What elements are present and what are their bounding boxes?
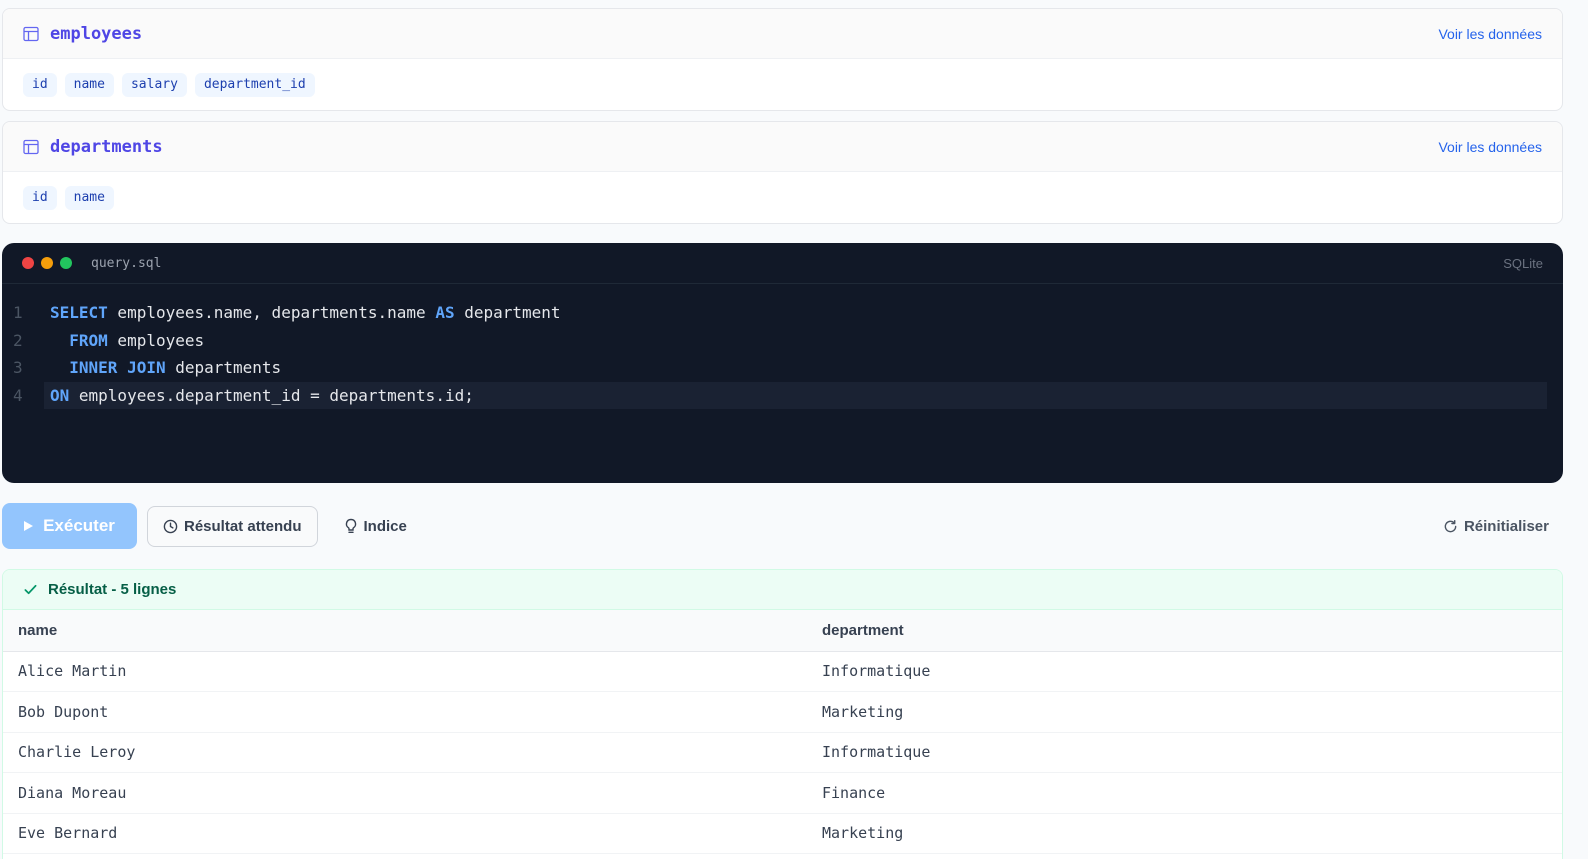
sql-keyword: AS: [435, 303, 455, 323]
table-name: employees: [50, 23, 143, 44]
table-card-employees: employees Voir les données id name salar…: [2, 8, 1563, 111]
action-toolbar: Exécuter Résultat attendu Indice Réiniti…: [2, 503, 1563, 549]
result-header: Résultat - 5 lignes: [3, 570, 1562, 610]
sql-keyword: FROM: [69, 330, 108, 350]
column-chip: name: [64, 72, 114, 97]
column-header: department: [807, 610, 1562, 652]
table-card-header: departments Voir les données: [3, 122, 1562, 172]
view-data-link[interactable]: Voir les données: [1438, 139, 1542, 155]
table-row: Bob Dupont Marketing: [3, 691, 1562, 733]
sql-token: department: [454, 303, 561, 323]
column-header: name: [3, 610, 807, 652]
code-line[interactable]: 1 SELECT employees.name, departments.nam…: [2, 299, 1563, 327]
table-cell: Informatique: [807, 732, 1562, 773]
table-name: departments: [50, 136, 163, 157]
code-text[interactable]: FROM employees: [2, 331, 204, 350]
table-cell: Charlie Leroy: [3, 732, 807, 773]
table-cell: Finance: [807, 772, 1562, 814]
code-line[interactable]: 3 INNER JOIN departments: [2, 354, 1563, 382]
table-row: Eve Bernard Marketing: [3, 813, 1562, 854]
code-area[interactable]: 1 SELECT employees.name, departments.nam…: [2, 299, 1563, 410]
code-line[interactable]: 2 FROM employees: [2, 327, 1563, 355]
line-number: 4: [13, 386, 23, 406]
run-button-label: Exécuter: [43, 516, 115, 535]
run-button[interactable]: Exécuter: [2, 503, 137, 549]
result-table: name department Alice Martin Informatiqu…: [3, 610, 1562, 854]
result-panel: Résultat - 5 lignes name department Alic…: [2, 569, 1563, 859]
sql-editor[interactable]: query.sql SQLite 1 SELECT employees.name…: [2, 243, 1563, 483]
lightbulb-icon: [344, 518, 358, 534]
editor-filename: query.sql: [91, 255, 162, 271]
hint-button[interactable]: Indice: [332, 506, 419, 547]
sql-token: departments: [165, 358, 282, 378]
editor-header: query.sql SQLite: [2, 243, 1563, 284]
table-icon: [23, 26, 39, 42]
column-chip: salary: [121, 72, 187, 97]
clock-icon: [163, 519, 178, 534]
sql-keyword: INNER JOIN: [69, 358, 166, 378]
table-cell: Marketing: [807, 813, 1562, 854]
expected-result-button[interactable]: Résultat attendu: [147, 505, 318, 547]
table-row: Alice Martin Informatique: [3, 651, 1562, 692]
sql-keyword: SELECT: [50, 303, 108, 323]
table-cell: Informatique: [807, 651, 1562, 692]
view-data-link[interactable]: Voir les données: [1438, 26, 1542, 42]
window-dot-green-icon: [60, 257, 72, 269]
table-cell: Alice Martin: [3, 651, 807, 692]
sql-keyword: ON: [50, 386, 70, 406]
code-text[interactable]: INNER JOIN departments: [2, 358, 281, 377]
line-number: 1: [13, 303, 23, 323]
line-number: 3: [13, 358, 23, 378]
editor-language: SQLite: [1503, 255, 1543, 271]
column-chip: name: [64, 185, 114, 210]
column-list: id name salary department_id: [3, 59, 1562, 110]
window-dot-red-icon: [22, 257, 34, 269]
line-number: 2: [13, 330, 23, 350]
check-icon: [23, 582, 38, 597]
reset-icon: [1443, 519, 1458, 534]
table-cell: Diana Moreau: [3, 772, 807, 814]
sql-token: employees.name, departments.name: [107, 303, 436, 323]
play-icon: [24, 521, 34, 531]
table-row: Diana Moreau Finance: [3, 772, 1562, 814]
reset-label: Réinitialiser: [1463, 517, 1549, 535]
reset-button[interactable]: Réinitialiser: [1443, 518, 1549, 535]
column-list: id name: [3, 172, 1562, 223]
table-header-row: name department: [3, 610, 1562, 652]
column-chip: id: [23, 72, 57, 97]
result-title: Résultat - 5 lignes: [48, 581, 177, 598]
hint-label: Indice: [363, 517, 407, 535]
table-cell: Marketing: [807, 691, 1562, 733]
code-line-active[interactable]: 4 ON employees.department_id = departmen…: [13, 381, 1547, 410]
table-icon: [23, 139, 39, 155]
code-text[interactable]: ON employees.department_id = departments…: [44, 386, 474, 405]
window-dot-yellow-icon: [41, 257, 53, 269]
table-card-header: employees Voir les données: [3, 9, 1562, 59]
table-cell: Eve Bernard: [3, 813, 807, 854]
sql-token: employees: [107, 330, 205, 350]
column-chip: department_id: [194, 72, 315, 97]
sql-token: employees.department_id = departments.id…: [69, 386, 474, 406]
table-card-departments: departments Voir les données id name: [2, 121, 1563, 224]
table-row: Charlie Leroy Informatique: [3, 732, 1562, 773]
expected-result-label: Résultat attendu: [184, 517, 302, 535]
code-text[interactable]: SELECT employees.name, departments.name …: [2, 303, 561, 322]
column-chip: id: [23, 185, 57, 210]
table-cell: Bob Dupont: [3, 691, 807, 733]
